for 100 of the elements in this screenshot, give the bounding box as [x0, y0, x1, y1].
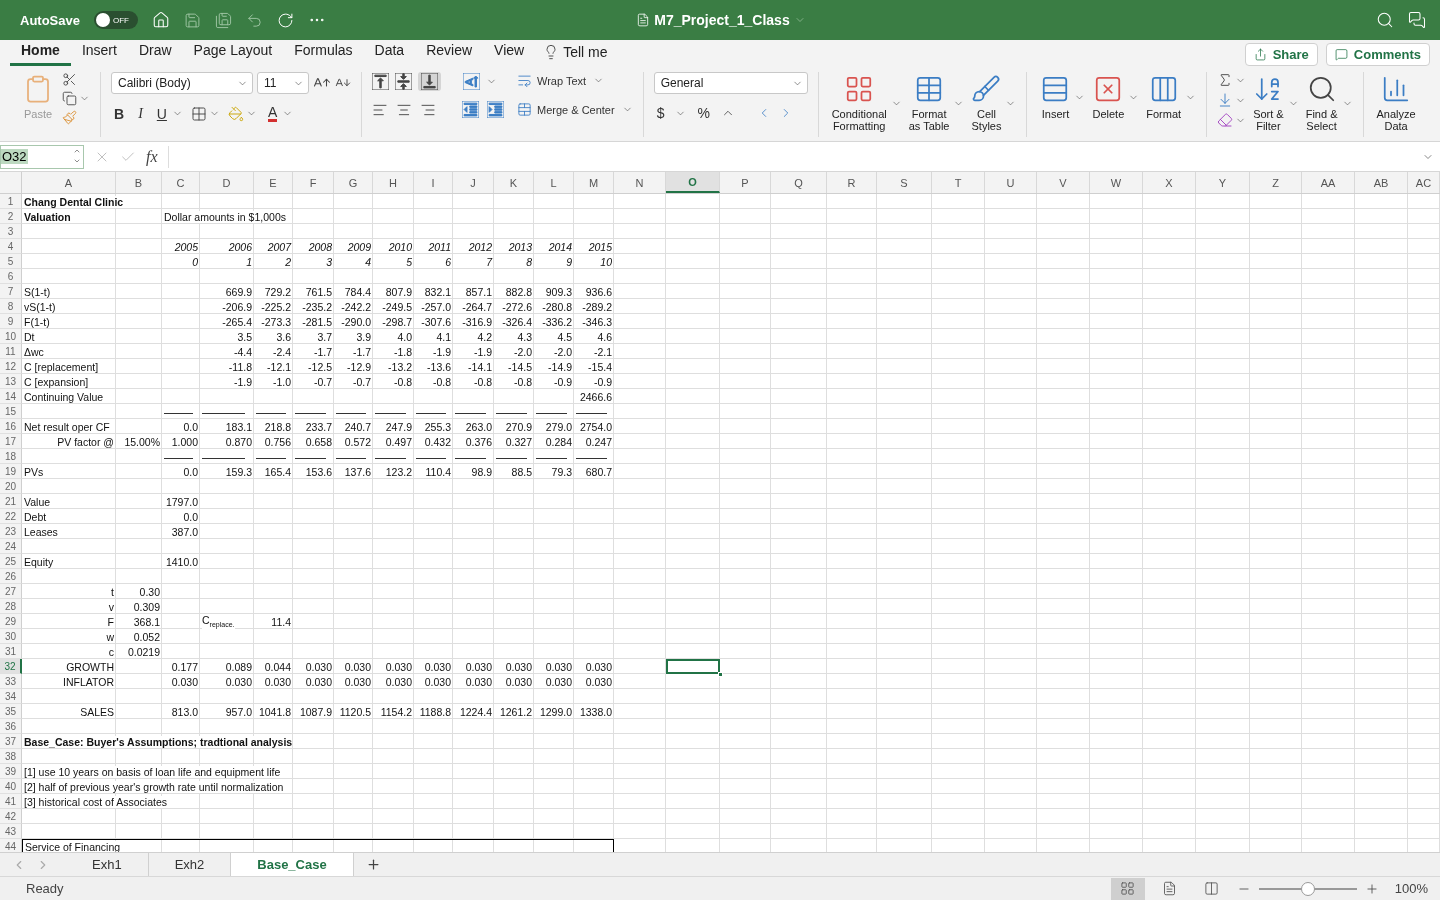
fill-color-icon[interactable] [227, 105, 244, 122]
zoom-slider-thumb[interactable] [1300, 881, 1315, 896]
column-header[interactable]: G [334, 172, 373, 193]
row-header[interactable]: 23 [0, 524, 22, 539]
ribbon-tab[interactable]: Insert [70, 38, 128, 66]
cell-styles-button[interactable]: Cell Styles [968, 72, 1005, 134]
row-header[interactable]: 39 [0, 764, 22, 779]
row-header[interactable]: 11 [0, 344, 22, 359]
find-select-button[interactable]: Find & Select [1302, 72, 1341, 134]
number-format-dropdown[interactable]: General [653, 72, 808, 94]
column-header[interactable]: O [666, 172, 720, 193]
row-header[interactable]: 17 [0, 434, 22, 449]
format-as-table-button[interactable]: Format as Table [905, 72, 953, 134]
decrease-indent-icon[interactable] [462, 101, 479, 118]
row-header[interactable]: 30 [0, 629, 22, 644]
row-header[interactable]: 9 [0, 314, 22, 329]
ribbon-tab[interactable]: Formulas [283, 38, 364, 66]
row-header[interactable]: 42 [0, 809, 22, 824]
tell-me-button[interactable]: Tell me [535, 40, 616, 66]
column-header[interactable]: D [200, 172, 254, 193]
increase-indent-icon[interactable] [487, 101, 504, 118]
column-header[interactable]: AA [1302, 172, 1355, 193]
merge-center-button[interactable]: Merge & Center [514, 101, 618, 118]
font-size-dropdown[interactable]: 11 [257, 72, 309, 94]
column-header[interactable]: T [932, 172, 985, 193]
row-header[interactable]: 37 [0, 734, 22, 749]
align-bottom-button[interactable] [418, 72, 441, 91]
row-header[interactable]: 19 [0, 464, 22, 479]
selected-cell[interactable] [666, 659, 720, 674]
row-header[interactable]: 8 [0, 299, 22, 314]
underline-button[interactable]: U [153, 104, 170, 123]
name-box[interactable]: O32 [0, 144, 84, 169]
row-header[interactable]: 38 [0, 749, 22, 764]
row-header[interactable]: 24 [0, 539, 22, 554]
autosave-toggle[interactable]: OFF [93, 11, 138, 29]
row-header[interactable]: 21 [0, 494, 22, 509]
row-header[interactable]: 15 [0, 404, 22, 419]
column-header[interactable]: S [877, 172, 932, 193]
conditional-formatting-button[interactable]: Conditional Formatting [828, 72, 890, 134]
wrap-text-button[interactable]: Wrap Text [514, 72, 590, 89]
row-header[interactable]: 3 [0, 224, 22, 239]
row-header[interactable]: 6 [0, 269, 22, 284]
column-header[interactable]: V [1037, 172, 1090, 193]
column-header[interactable]: R [827, 172, 877, 193]
ribbon-tab[interactable]: Draw [127, 38, 183, 66]
column-header[interactable]: AC [1408, 172, 1440, 193]
save-icon[interactable] [183, 11, 201, 29]
row-header[interactable]: 35 [0, 704, 22, 719]
column-header[interactable]: E [254, 172, 293, 193]
column-header[interactable]: J [453, 172, 494, 193]
column-header[interactable]: I [414, 172, 453, 193]
save-as-icon[interactable] [214, 11, 232, 29]
row-header[interactable]: 13 [0, 374, 22, 389]
undo-icon[interactable] [245, 11, 263, 29]
row-header[interactable]: 14 [0, 389, 22, 404]
row-header[interactable]: 22 [0, 509, 22, 524]
column-header[interactable]: C [162, 172, 200, 193]
column-header[interactable]: AB [1355, 172, 1408, 193]
insert-button[interactable]: Insert [1037, 72, 1074, 122]
row-header[interactable]: 4 [0, 239, 22, 254]
format-button[interactable]: Format [1143, 72, 1185, 122]
currency-button[interactable]: $ [653, 104, 668, 122]
column-header[interactable]: B [116, 172, 162, 193]
row-header[interactable]: 27 [0, 584, 22, 599]
ribbon-tab[interactable]: Data [363, 38, 416, 66]
zoom-in-icon[interactable] [1364, 881, 1379, 896]
sheet-tab[interactable]: Base_Case [231, 853, 354, 876]
row-header[interactable]: 2 [0, 209, 22, 224]
ribbon-tab[interactable]: Review [415, 38, 484, 66]
analyze-data-button[interactable]: Analyze Data [1373, 72, 1419, 134]
align-middle-icon[interactable] [395, 73, 412, 90]
orientation-icon[interactable] [463, 73, 480, 90]
row-header[interactable]: 25 [0, 554, 22, 569]
column-header[interactable]: F [293, 172, 334, 193]
column-header[interactable]: M [574, 172, 614, 193]
font-color-button[interactable]: A [264, 104, 281, 123]
function-label[interactable]: fx [146, 147, 158, 166]
copy-icon[interactable] [62, 91, 77, 106]
italic-button[interactable]: I [135, 104, 146, 123]
delete-button[interactable]: Delete [1089, 72, 1128, 122]
row-header[interactable]: 32 [0, 659, 22, 674]
bold-button[interactable]: B [111, 104, 128, 123]
row-header[interactable]: 36 [0, 719, 22, 734]
cut-icon[interactable] [62, 72, 77, 87]
normal-view-button[interactable] [1110, 877, 1145, 900]
ribbon-tab[interactable]: View [483, 38, 536, 66]
search-icon[interactable] [1376, 11, 1394, 29]
eraser-icon[interactable] [1217, 112, 1234, 128]
font-name-dropdown[interactable]: Calibri (Body) [111, 72, 253, 94]
row-header[interactable]: 1 [0, 194, 22, 209]
column-header[interactable]: L [534, 172, 574, 193]
row-header[interactable]: 26 [0, 569, 22, 584]
row-header[interactable]: 44 [0, 839, 22, 852]
row-header[interactable]: 16 [0, 419, 22, 434]
percent-button[interactable]: % [694, 104, 713, 122]
row-header[interactable]: 29 [0, 614, 22, 629]
column-header[interactable]: P [720, 172, 771, 193]
column-header[interactable]: K [494, 172, 534, 193]
format-painter-icon[interactable] [62, 110, 77, 125]
row-header[interactable]: 20 [0, 479, 22, 494]
